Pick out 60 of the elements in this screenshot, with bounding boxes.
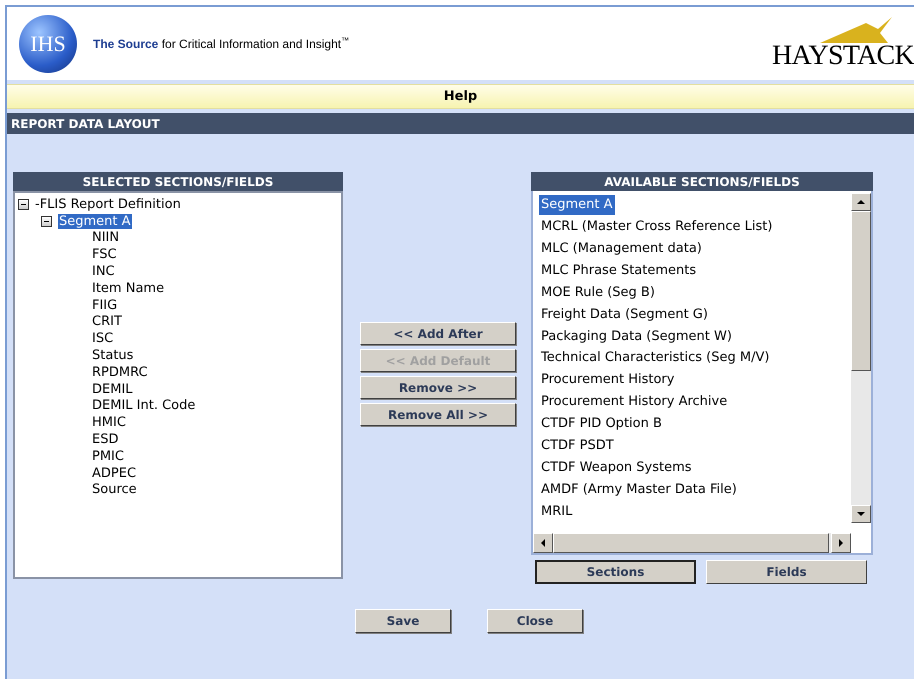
view-tab[interactable]: Fields <box>706 560 867 584</box>
scroll-down-button[interactable] <box>851 505 871 523</box>
list-item[interactable]: Packaging Data (Segment W) <box>539 326 734 346</box>
tree-item[interactable]: -FLIS Report Definition <box>35 196 181 212</box>
footer-button[interactable]: Close <box>487 609 583 633</box>
list-item[interactable]: CTDF PID Option B <box>539 414 664 434</box>
scroll-left-button[interactable] <box>533 533 553 553</box>
tree-item[interactable]: PMIC <box>92 448 124 464</box>
tree-item[interactable]: NIIN <box>92 230 120 246</box>
list-item[interactable]: Segment A <box>539 195 615 215</box>
move-button[interactable]: Remove All >> <box>360 403 516 426</box>
list-item[interactable]: MRIL <box>539 502 574 522</box>
vertical-scrollbar[interactable] <box>851 193 871 523</box>
tree-item[interactable]: ADPEC <box>92 466 136 481</box>
scroll-thumb[interactable] <box>851 211 871 371</box>
up-arrow-icon <box>857 200 865 204</box>
tree-item[interactable]: FIIG <box>92 298 118 313</box>
tree-item[interactable]: CRIT <box>92 314 122 330</box>
section-title-bar: REPORT DATA LAYOUT <box>7 113 914 134</box>
tree-item[interactable]: INC <box>92 264 115 280</box>
panel-header: AVAILABLE SECTIONS/FIELDS <box>531 172 873 191</box>
collapse-icon[interactable] <box>41 216 52 227</box>
list-item[interactable]: Freight Data (Segment G) <box>539 304 710 324</box>
footer-button[interactable]: Save <box>355 609 451 633</box>
down-arrow-icon <box>857 512 865 516</box>
tree-item[interactable]: Item Name <box>92 280 164 296</box>
scroll-up-button[interactable] <box>851 193 871 211</box>
tree-item[interactable]: Source <box>92 482 137 498</box>
move-button[interactable]: << Add After <box>360 322 516 345</box>
scroll-right-button[interactable] <box>831 533 851 553</box>
list-item[interactable]: CTDF Weapon Systems <box>539 458 694 478</box>
help-bar[interactable]: Help <box>7 84 914 109</box>
list-item[interactable]: MLC Phrase Statements <box>539 260 698 280</box>
tree-item[interactable]: ISC <box>92 331 114 346</box>
tree-item[interactable]: RPDMRC <box>92 364 148 380</box>
left-arrow-icon <box>541 539 545 547</box>
right-arrow-icon <box>839 539 843 547</box>
list-item[interactable]: CTDF PSDT <box>539 436 616 456</box>
list-item[interactable]: AMDF (Army Master Data File) <box>539 480 739 500</box>
tree-item[interactable]: HMIC <box>92 415 126 430</box>
tree-item[interactable]: FSC <box>92 247 117 262</box>
tree-item[interactable]: Status <box>92 348 134 364</box>
tree-item[interactable]: DEMIL Int. Code <box>92 398 196 414</box>
list-item[interactable]: Procurement History <box>539 370 676 390</box>
list-item[interactable]: MCRL (Master Cross Reference List) <box>539 217 774 237</box>
collapse-icon[interactable] <box>18 198 29 210</box>
panel-header: SELECTED SECTIONS/FIELDS <box>13 172 343 191</box>
list-item[interactable]: Technical Characteristics (Seg M/V) <box>539 348 772 368</box>
haystack-roof-icon <box>818 16 894 44</box>
view-tab[interactable]: Sections <box>535 560 696 584</box>
brand-name: HAYSTACK <box>772 40 914 70</box>
tree-item[interactable]: DEMIL <box>92 382 133 397</box>
globe-logo: IHS <box>19 14 77 72</box>
move-button[interactable]: Remove >> <box>360 376 516 399</box>
list-item[interactable]: Procurement History Archive <box>539 392 730 412</box>
list-item[interactable]: MLC (Management data) <box>539 238 704 258</box>
tree-item[interactable]: Segment A <box>58 214 132 229</box>
tree-item[interactable]: ESD <box>92 432 118 448</box>
list-item[interactable]: MOE Rule (Seg B) <box>539 282 657 302</box>
tagline: The Source for Critical Information and Insight™ <box>93 34 350 52</box>
